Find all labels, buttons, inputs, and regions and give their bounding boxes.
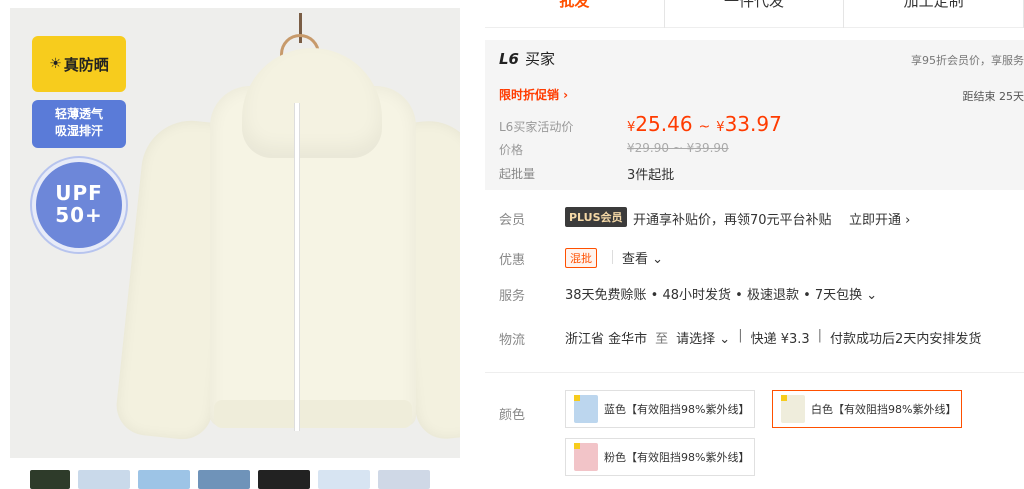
breathable-badge: 轻薄透气 吸湿排汗 [32, 100, 126, 148]
mixed-batch-badge: 混批 [565, 248, 597, 268]
currency-symbol: ¥ [716, 120, 725, 135]
color-option-pink[interactable]: 粉色【有效阻挡98%紫外线】 [565, 438, 755, 476]
sun-protect-label: 真防晒 [63, 55, 109, 74]
moq-value: 3件起批 [627, 168, 675, 183]
ship-origin: 浙江省 金华市 [565, 332, 648, 347]
activity-price: ¥25.46 ~ ¥33.97 [627, 112, 782, 136]
color-option-label: 蓝色【有效阻挡98%紫外线】 [604, 403, 750, 416]
destination-select[interactable]: 请选择 ⌄ [676, 328, 730, 347]
sun-protect-badge: ☀ 真防晒 [32, 36, 126, 92]
open-plus-link[interactable]: 立即开通 › [849, 209, 910, 228]
thumbnail[interactable] [198, 470, 250, 489]
jacket-hem [214, 400, 412, 428]
jacket-hood [242, 48, 382, 158]
jacket-zipper [294, 103, 300, 431]
color-option-label: 白色【有效阻挡98%紫外线】 [811, 403, 957, 416]
original-price-label: 价格 [499, 143, 524, 157]
divider [612, 250, 613, 264]
thumbnail[interactable] [78, 470, 130, 489]
color-swatch-pink [574, 443, 598, 471]
color-swatch-white [781, 395, 805, 423]
tab-wholesale-label: 批发 [559, 0, 590, 10]
thumbnail[interactable] [378, 470, 430, 489]
upf-badge: UPF 50+ [32, 158, 126, 252]
moq-label: 起批量 [499, 167, 536, 181]
price-high: 33.97 [724, 112, 782, 136]
color-option-label: 粉色【有效阻挡98%紫外线】 [604, 451, 750, 464]
color-label: 颜色 [499, 408, 526, 423]
color-option-blue[interactable]: 蓝色【有效阻挡98%紫外线】 [565, 390, 755, 428]
tab-custom-label: 加工定制 [903, 0, 964, 10]
plus-member-badge: PLUS会员 [565, 207, 627, 227]
price-low: 25.46 [635, 112, 693, 136]
promo-tag[interactable]: 限时折促销 › [499, 86, 568, 103]
upf-line2: 50+ [55, 203, 103, 227]
color-swatch-blue [574, 395, 598, 423]
product-detail-panel: 批发 一件代发 加工定制 L6 买家 享95折会员价，享服务 限时折促销 › 距结… [485, 0, 1024, 489]
tab-dropship-label: 一件代发 [724, 0, 785, 10]
buyer-benefit: 享95折会员价，享服务 [911, 54, 1024, 67]
buyer-level-name: 买家 [525, 50, 556, 68]
price-tilde: ~ [698, 119, 711, 135]
logistics-row: 浙江省 金华市 至 请选择 ⌄ | 快递 ¥3.3 | 付款成功后2天内安排发货 [565, 328, 981, 347]
logistics-label: 物流 [499, 333, 526, 348]
thumbnail-strip [10, 470, 460, 489]
sun-icon: ☀ [49, 56, 62, 72]
thumbnail[interactable] [138, 470, 190, 489]
divider: | [817, 328, 823, 343]
tab-custom[interactable]: 加工定制 [844, 0, 1024, 28]
product-gallery: ☀ 真防晒 轻薄透气 吸湿排汗 UPF 50+ [0, 0, 460, 489]
express-fee: 快递 ¥3.3 [750, 332, 810, 347]
upf-line1: UPF [55, 181, 103, 205]
divider: | [738, 328, 743, 343]
membership-label: 会员 [499, 213, 526, 228]
buyer-level-code: L6 [499, 50, 519, 68]
original-price: ¥29.90 ~ ¥39.90 [627, 141, 729, 155]
tab-dropship[interactable]: 一件代发 [665, 0, 845, 28]
price-box: L6 买家 享95折会员价，享服务 限时折促销 › 距结束 25天 L6买家活动价… [485, 40, 1024, 190]
ship-note: 付款成功后2天内安排发货 [830, 332, 982, 347]
activity-price-label: L6买家活动价 [499, 120, 574, 134]
promo-countdown: 距结束 25天 [962, 90, 1024, 103]
breathable-line1: 轻薄透气 [54, 107, 103, 121]
plus-member-text: 开通享补贴价，再领70元平台补贴 [633, 213, 832, 228]
service-list[interactable]: 38天免费赊账 • 48小时发货 • 极速退款 • 7天包换 ⌄ [565, 284, 877, 303]
main-product-image[interactable]: ☀ 真防晒 轻薄透气 吸湿排汗 UPF 50+ [10, 8, 460, 458]
ship-to-label: 至 [655, 332, 669, 347]
section-divider [485, 372, 1024, 373]
service-label: 服务 [499, 289, 526, 304]
breathable-line2: 吸湿排汗 [54, 124, 103, 138]
purchase-mode-tabs: 批发 一件代发 加工定制 [485, 0, 1024, 28]
thumbnail[interactable] [258, 470, 310, 489]
view-discount-link[interactable]: 查看 ⌄ [622, 248, 663, 267]
thumbnail[interactable] [318, 470, 370, 489]
thumbnail[interactable] [30, 470, 70, 489]
color-option-white[interactable]: 白色【有效阻挡98%紫外线】 [772, 390, 962, 428]
buyer-level: L6 买家 [499, 48, 555, 69]
discount-label: 优惠 [499, 253, 526, 268]
tab-wholesale[interactable]: 批发 [485, 0, 665, 28]
